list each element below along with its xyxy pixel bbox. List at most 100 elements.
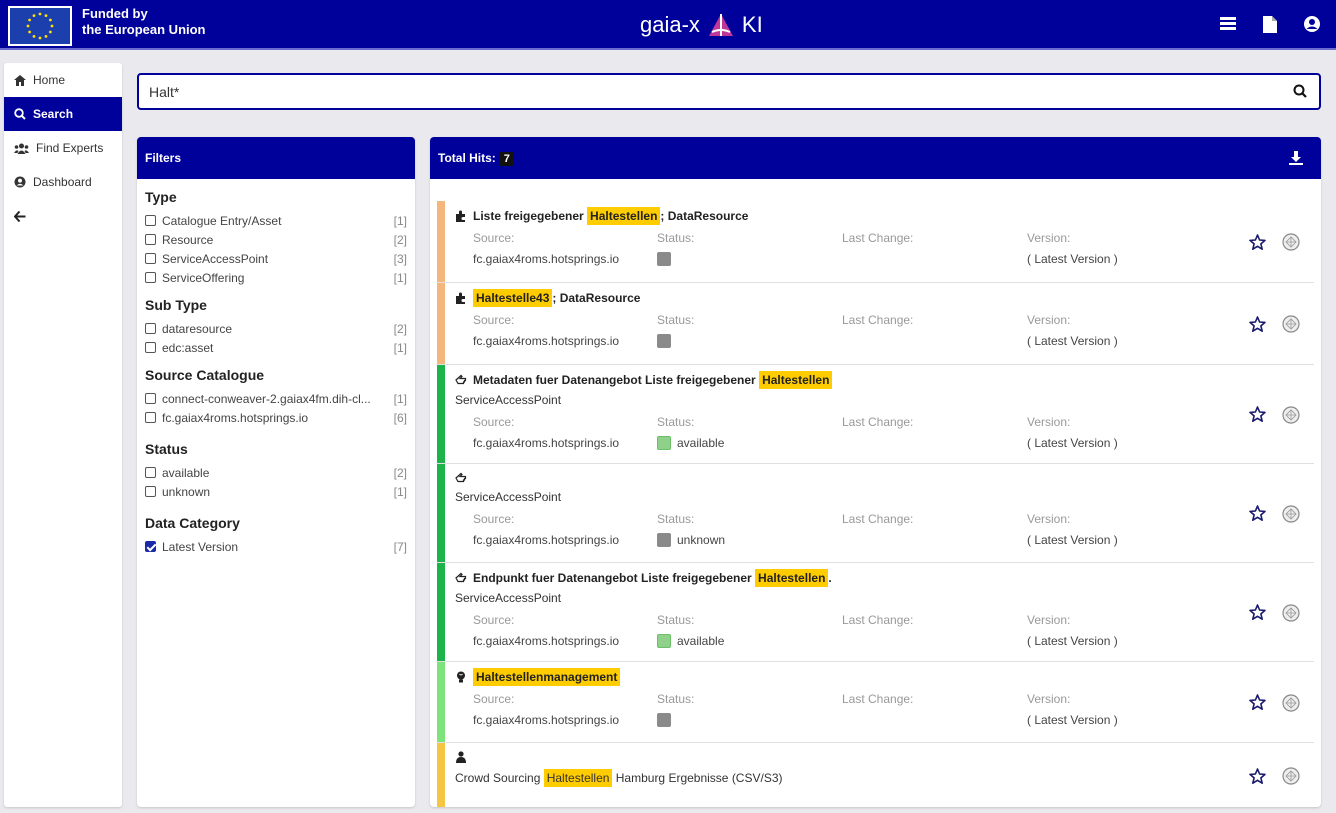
result-card[interactable]: Haltestelle43; DataResource Source: fc.gai… [437,283,1314,365]
search-highlight: Haltestellen [587,207,661,225]
result-card[interactable]: Liste freigegebener Haltestellen; DataRe… [437,201,1314,283]
star-icon[interactable] [1249,604,1266,621]
filter-option-count: [1] [393,213,407,228]
share-network-icon[interactable] [1282,693,1300,712]
result-title[interactable]: Haltestellenmanagement [455,662,1314,686]
filter-group-title: Source Catalogue [145,367,265,383]
filter-checkbox[interactable] [145,215,156,226]
filter-checkbox[interactable] [145,272,156,283]
meta-label: Source: [473,613,515,627]
meta-value [842,331,1027,351]
search-icon[interactable] [1293,84,1307,98]
share-network-icon[interactable] [1282,315,1300,333]
star-icon[interactable] [1249,315,1266,333]
sidebar-item-search[interactable]: Search [4,97,122,131]
meta-value: available [657,433,842,453]
result-actions [1249,693,1300,712]
download-icon[interactable] [1289,151,1303,165]
sidebar-item-label: Search [33,107,74,121]
user-circle-icon [14,176,26,188]
brand-logo[interactable]: gaia-x KI [640,10,763,40]
filter-option-count: [2] [393,465,407,480]
filter-group-title: Sub Type [145,297,207,313]
filter-option[interactable]: Latest Version [7] [145,537,407,556]
sidebar-item-home[interactable]: Home [4,63,122,97]
result-title-text: Endpunkt fuer Datenangebot Liste freigeg… [473,569,832,587]
filter-checkbox[interactable] [145,467,156,478]
share-network-icon[interactable] [1282,504,1300,523]
star-icon[interactable] [1249,767,1266,785]
filter-checkbox[interactable] [145,323,156,334]
result-title[interactable]: Metadaten fuer Datenangebot Liste freige… [455,365,1314,389]
document-icon[interactable] [1260,14,1280,34]
result-actions [1249,315,1300,333]
filter-option[interactable]: ServiceOffering [1] [145,268,407,287]
share-network-icon[interactable] [1282,603,1300,622]
account-icon[interactable] [1302,14,1322,34]
result-card[interactable]: Crowd Sourcing Haltestellen Hamburg Erge… [437,743,1314,807]
meta-value [657,249,842,269]
filters-header: Filters [137,137,415,179]
share-network-icon[interactable] [1282,405,1300,424]
meta-value: fc.gaiax4roms.hotsprings.io [473,252,620,266]
result-title-text: Haltestelle43; DataResource [473,289,640,307]
filter-checkbox[interactable] [145,412,156,423]
database-icon[interactable] [1218,14,1238,34]
star-icon[interactable] [1249,694,1266,711]
meta-label: Status: [657,512,695,526]
sidebar-item-find-experts[interactable]: Find Experts [4,131,122,165]
meta-label: Source: [473,313,515,327]
result-title[interactable] [455,464,1314,484]
filter-group: Type Catalogue Entry/Asset [1] Resource [2] S… [137,189,415,287]
search-input[interactable] [149,82,1249,102]
sidebar-item-dashboard[interactable]: Dashboard [4,165,122,199]
meta-label: Last Change: [842,415,914,429]
filter-checkbox[interactable] [145,541,156,552]
total-hits-badge: 7 [499,152,514,166]
filter-option[interactable]: connect-conweaver-2.gaiax4fm.dih-cl... [1… [145,389,407,408]
filter-option[interactable]: edc:asset [1] [145,338,407,357]
star-icon[interactable] [1249,505,1266,522]
filter-option[interactable]: Catalogue Entry/Asset [1] [145,211,407,230]
result-title[interactable]: Haltestelle43; DataResource [455,283,1314,307]
result-type-bar [437,283,445,364]
status-indicator [657,533,671,547]
filter-checkbox[interactable] [145,234,156,245]
meta-value: ( Latest Version ) [1027,252,1118,266]
filter-option-label: unknown [162,484,211,499]
result-title[interactable]: Liste freigegebener Haltestellen; DataRe… [455,201,1314,225]
meta-version: Version: ( Latest Version ) [1027,415,1227,453]
filter-option[interactable]: ServiceAccessPoint [3] [145,249,407,268]
filter-checkbox[interactable] [145,393,156,404]
meta-last-change: Last Change: [842,231,1027,269]
meta-label: Status: [657,231,695,245]
filter-option[interactable]: unknown [1] [145,482,407,501]
result-card[interactable]: ServiceAccessPoint Source: fc.gaiax4roms.h… [437,464,1314,563]
meta-label: Version: [1027,231,1071,245]
status-indicator [657,252,671,266]
share-network-icon[interactable] [1282,767,1300,785]
filter-checkbox[interactable] [145,342,156,353]
result-title-part: . [828,571,832,585]
result-card[interactable]: Endpunkt fuer Datenangebot Liste freigeg… [437,563,1314,662]
result-title[interactable] [455,743,1314,763]
result-type-bar [437,201,445,282]
star-icon[interactable] [1249,233,1266,251]
meta-label: Version: [1027,313,1071,327]
filter-option[interactable]: dataresource [2] [145,319,407,338]
meta-label: Status: [657,313,695,327]
user-icon [456,751,466,763]
filter-checkbox[interactable] [145,486,156,497]
collapse-sidebar-button[interactable] [4,199,122,233]
result-card[interactable]: Haltestellenmanagement Source: fc.gaiax4ro… [437,662,1314,743]
filter-option[interactable]: Resource [2] [145,230,407,249]
result-card[interactable]: Metadaten fuer Datenangebot Liste freige… [437,365,1314,464]
filter-option[interactable]: fc.gaiax4roms.hotsprings.io [6] [145,408,407,427]
result-subtitle: ServiceAccessPoint [455,490,562,504]
star-icon[interactable] [1249,406,1266,423]
filter-checkbox[interactable] [145,253,156,264]
filter-option[interactable]: available [2] [145,463,407,482]
result-title[interactable]: Endpunkt fuer Datenangebot Liste freigeg… [455,563,1314,587]
status-text: available [677,436,725,450]
share-network-icon[interactable] [1282,233,1300,251]
